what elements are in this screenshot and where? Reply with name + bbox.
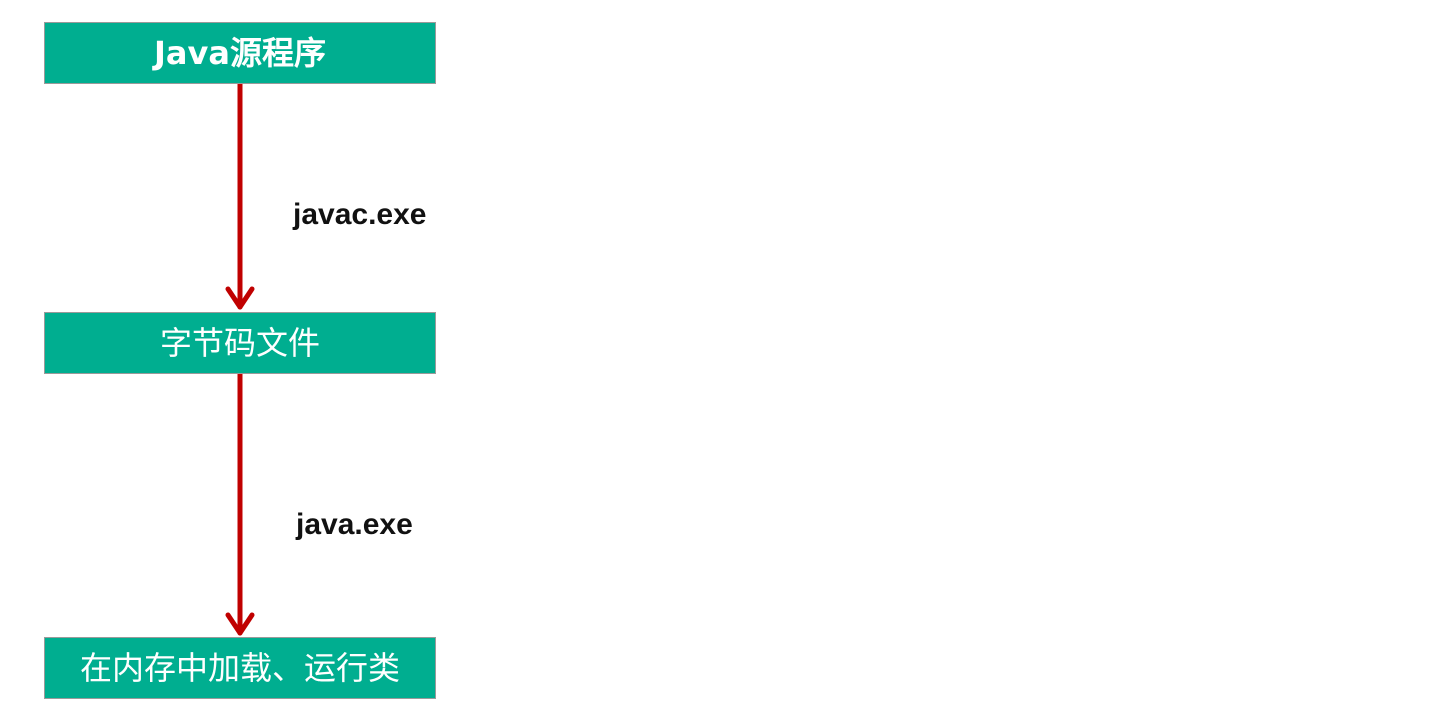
java-source-label: Java源程序 [154, 34, 326, 72]
arrow-compile [225, 81, 255, 310]
bytecode-file-node: 字节码文件 [44, 312, 436, 374]
runtime-load-node: 在内存中加载、运行类 [44, 637, 436, 699]
run-step-label: java.exe [296, 508, 413, 541]
java-source-node: Java源程序 [44, 22, 436, 84]
arrow-run [225, 371, 255, 636]
java-execution-flow-diagram: Java源程序 javac.exe 字节码文件 java.exe 在内存中加载、… [0, 0, 1450, 720]
compile-step-label: javac.exe [293, 198, 427, 231]
bytecode-file-label: 字节码文件 [159, 324, 320, 362]
runtime-load-label: 在内存中加载、运行类 [79, 649, 400, 687]
